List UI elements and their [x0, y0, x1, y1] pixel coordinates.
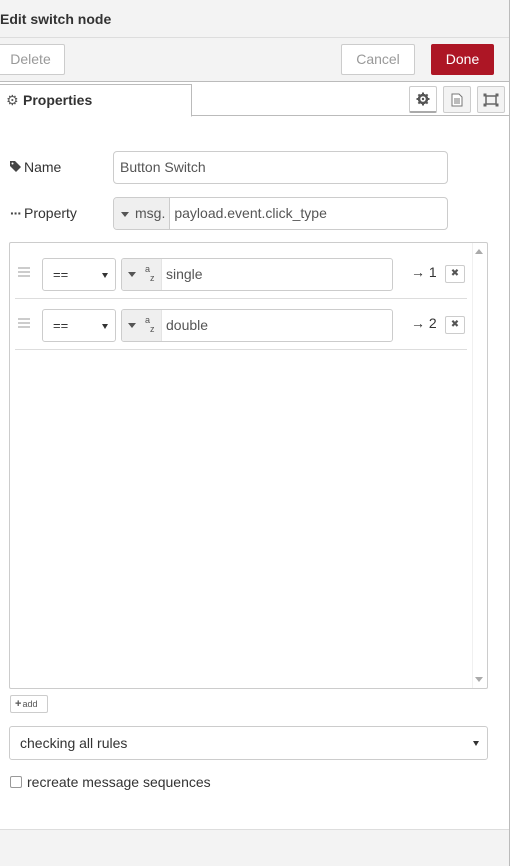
appearance-icon — [483, 93, 499, 106]
delete-button[interactable]: Delete — [0, 44, 65, 75]
property-field[interactable]: msg. payload.event.click_type — [113, 197, 448, 230]
property-value[interactable]: payload.event.click_type — [170, 198, 327, 229]
tray-footer — [0, 829, 509, 866]
rule-value-text[interactable]: single — [166, 259, 203, 290]
rule-value-type-select[interactable]: az — [122, 310, 162, 341]
close-icon: ✖ — [450, 319, 460, 330]
tab-properties-icon-button[interactable] — [409, 86, 437, 113]
property-type-select[interactable]: msg. — [114, 198, 171, 229]
scroll-down-icon[interactable] — [475, 677, 483, 682]
drag-handle-icon[interactable] — [18, 318, 30, 328]
add-rule-label: add — [22, 699, 38, 709]
tab-properties-label: Properties — [23, 92, 93, 108]
rule-operator-value: == — [53, 267, 69, 282]
chevron-down-icon — [473, 741, 479, 746]
rule-value-field[interactable]: az single — [121, 258, 393, 291]
rule-row: == az single → 1 ✖ — [15, 248, 467, 299]
tray-title: Edit switch node — [0, 0, 509, 38]
recreate-sequences-checkbox[interactable] — [10, 776, 22, 788]
rule-value-type-select[interactable]: az — [122, 259, 162, 290]
name-label-text: Name — [24, 159, 62, 175]
caret-down-icon — [128, 272, 136, 277]
property-label: ··· Property — [10, 205, 77, 221]
plus-icon: + — [15, 698, 22, 710]
add-rule-button[interactable]: +add — [10, 695, 48, 713]
done-button[interactable]: Done — [431, 44, 494, 75]
caret-down-icon — [121, 211, 129, 217]
name-label: Name — [10, 159, 61, 175]
tag-icon — [10, 159, 24, 175]
gear-icon — [416, 92, 430, 106]
rules-scrollbar[interactable] — [472, 243, 487, 688]
recreate-sequences-label[interactable]: recreate message sequences — [27, 774, 211, 790]
property-type-text: msg. — [135, 205, 166, 221]
caret-down-icon — [128, 323, 136, 328]
rule-output-label: → 1 — [411, 264, 437, 280]
tray-toolbar: Delete Cancel Done — [0, 38, 509, 82]
tab-appearance-icon-button[interactable] — [477, 86, 505, 113]
chevron-down-icon — [102, 273, 108, 278]
cancel-button[interactable]: Cancel — [341, 44, 415, 75]
gear-icon: ⚙ — [6, 92, 19, 108]
rule-value-field[interactable]: az double — [121, 309, 393, 342]
rule-operator-value: == — [53, 318, 69, 333]
remove-rule-button[interactable]: ✖ — [445, 265, 465, 283]
edit-tray: Edit switch node Delete Cancel Done ⚙ Pro… — [0, 0, 510, 866]
checking-mode-value: checking all rules — [20, 735, 128, 751]
remove-rule-button[interactable]: ✖ — [445, 316, 465, 334]
description-icon — [451, 93, 463, 106]
string-type-icon: az — [145, 264, 155, 283]
tab-description-icon-button[interactable] — [443, 86, 471, 113]
property-label-text: Property — [24, 205, 77, 221]
checking-mode-select[interactable]: checking all rules — [9, 726, 488, 760]
tab-properties[interactable]: ⚙ Properties — [0, 84, 192, 117]
close-icon: ✖ — [450, 268, 460, 279]
chevron-down-icon — [102, 324, 108, 329]
rule-row: == az double → 2 ✖ — [15, 299, 467, 350]
name-field[interactable]: Button Switch — [113, 151, 448, 184]
rule-operator-select[interactable]: == — [42, 258, 116, 291]
rule-operator-select[interactable]: == — [42, 309, 116, 342]
rule-output-label: → 2 — [411, 315, 437, 331]
rules-list: == az single → 1 ✖ == az double → 2 ✖ — [9, 242, 488, 689]
scroll-up-icon[interactable] — [475, 249, 483, 254]
string-type-icon: az — [145, 315, 155, 334]
rule-value-text[interactable]: double — [166, 310, 208, 341]
ellipsis-icon: ··· — [10, 205, 22, 221]
drag-handle-icon[interactable] — [18, 267, 30, 277]
